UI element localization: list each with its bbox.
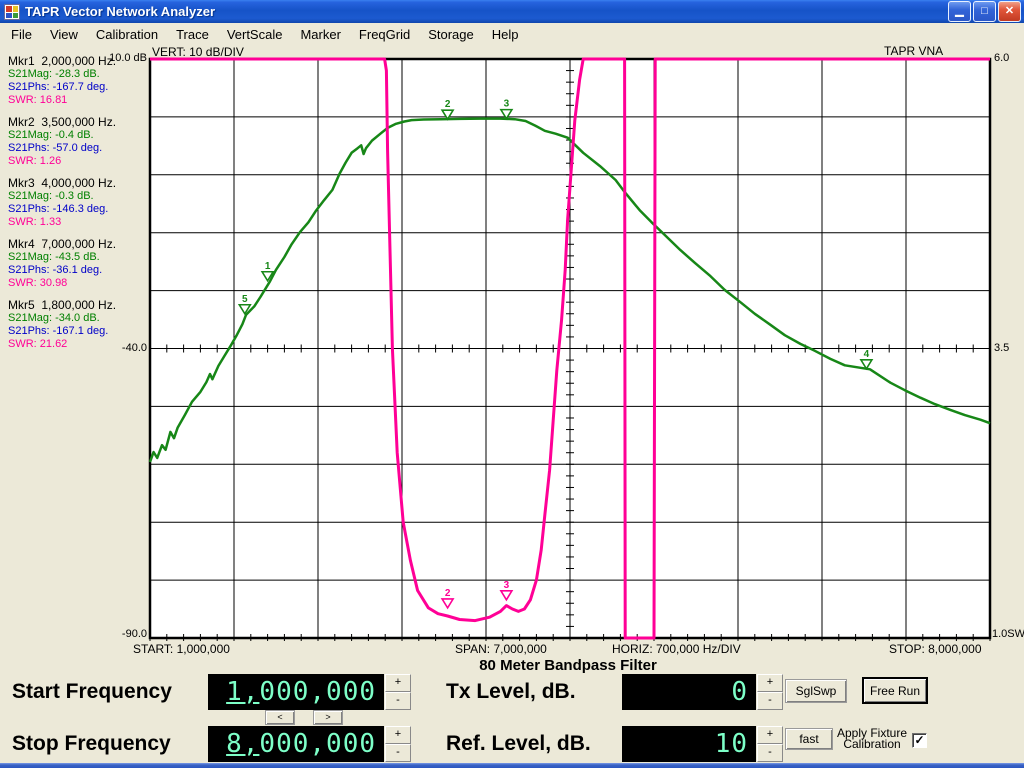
menu-item-file[interactable]: File bbox=[2, 24, 41, 45]
menu-item-marker[interactable]: Marker bbox=[291, 24, 349, 45]
marker1-swr: SWR: 16.81 bbox=[8, 94, 148, 107]
marker5-s21mag: S21Mag: -34.0 dB. bbox=[8, 312, 148, 325]
stop-freq-axis-label: STOP: 8,000,000 bbox=[889, 642, 982, 656]
svg-text:2: 2 bbox=[445, 99, 451, 110]
ref-level-display[interactable]: 10 bbox=[622, 726, 756, 762]
sglswp-button[interactable]: SglSwp bbox=[785, 679, 847, 703]
marker5-s21phs: S21Phs: -167.1 deg. bbox=[8, 325, 148, 338]
apply-fixture-label-line2: Calibration bbox=[834, 739, 910, 750]
menubar: File View Calibration Trace VertScale Ma… bbox=[0, 23, 1024, 45]
marker4-swr: SWR: 30.98 bbox=[8, 277, 148, 290]
app-icon bbox=[4, 4, 20, 20]
right-axis-top-label: 6.0 bbox=[994, 52, 1009, 64]
maximize-button[interactable]: □ bbox=[973, 1, 996, 22]
close-button[interactable]: ✕ bbox=[998, 1, 1021, 22]
marker3-swr: SWR: 1.33 bbox=[8, 216, 148, 229]
marker3-s21mag: S21Mag: -0.3 dB. bbox=[8, 190, 148, 203]
apply-fixture-calibration-label: Apply Fixture Calibration bbox=[834, 728, 910, 750]
tx-level-spinner: + - bbox=[757, 674, 783, 710]
stop-frequency-increment-button[interactable]: + bbox=[385, 726, 411, 744]
window-bottom-edge bbox=[0, 763, 1024, 768]
left-axis-mid-label: -40.0 bbox=[104, 342, 147, 354]
window-title: TAPR Vector Network Analyzer bbox=[25, 4, 947, 19]
marker2-readout: Mkr2 3,500,000 Hz. S21Mag: -0.4 dB. S21P… bbox=[8, 116, 148, 168]
marker2-swr: SWR: 1.26 bbox=[8, 155, 148, 168]
svg-text:3: 3 bbox=[504, 580, 510, 591]
start-frequency-display[interactable]: 1,000,000 bbox=[208, 674, 384, 710]
start-frequency-spinner: + - bbox=[385, 674, 411, 710]
svg-text:4: 4 bbox=[864, 349, 870, 360]
marker4-readout: Mkr4 7,000,000 Hz. S21Mag: -43.5 dB. S21… bbox=[8, 238, 148, 290]
checkmark-icon: ✓ bbox=[914, 733, 924, 747]
marker4-s21mag: S21Mag: -43.5 dB. bbox=[8, 251, 148, 264]
start-freq-axis-label: START: 1,000,000 bbox=[133, 642, 230, 656]
right-axis-bottom-label: 1.0SWR bbox=[992, 628, 1024, 640]
menu-item-trace[interactable]: Trace bbox=[167, 24, 218, 45]
marker4-s21phs: S21Phs: -36.1 deg. bbox=[8, 264, 148, 277]
right-axis-mid-label: 3.5 bbox=[994, 342, 1009, 354]
marker-readout-panel: Mkr1 2,000,000 Hz. S21Mag: -28.3 dB. S21… bbox=[8, 55, 148, 360]
stop-frequency-spinner: + - bbox=[385, 726, 411, 762]
marker4-frequency: Mkr4 7,000,000 Hz. bbox=[8, 238, 148, 251]
stop-frequency-decrement-button[interactable]: - bbox=[385, 744, 411, 762]
menu-item-view[interactable]: View bbox=[41, 24, 87, 45]
marker2-frequency: Mkr2 3,500,000 Hz. bbox=[8, 116, 148, 129]
ref-level-spinner: + - bbox=[757, 726, 783, 762]
plot-title: TAPR VNA bbox=[884, 44, 943, 58]
start-frequency-value: 1,000,000 bbox=[208, 674, 376, 710]
marker3-frequency: Mkr3 4,000,000 Hz. bbox=[8, 177, 148, 190]
ref-level-label: Ref. Level, dB. bbox=[446, 731, 591, 757]
tx-level-decrement-button[interactable]: - bbox=[757, 692, 783, 710]
ref-level-value: 10 bbox=[622, 726, 748, 762]
menu-item-help[interactable]: Help bbox=[483, 24, 528, 45]
start-frequency-label: Start Frequency bbox=[12, 679, 172, 705]
span-axis-label: SPAN: 7,000,000 bbox=[455, 642, 547, 656]
horiz-axis-label: HORIZ: 700,000 Hz/DIV bbox=[612, 642, 741, 656]
filter-title: 80 Meter Bandpass Filter bbox=[420, 657, 716, 674]
tx-level-label: Tx Level, dB. bbox=[446, 679, 576, 705]
marker1-s21phs: S21Phs: -167.7 deg. bbox=[8, 81, 148, 94]
menu-item-storage[interactable]: Storage bbox=[419, 24, 483, 45]
minimize-button[interactable]: ▁ bbox=[948, 1, 971, 22]
svg-text:2: 2 bbox=[445, 588, 451, 599]
svg-text:5: 5 bbox=[242, 294, 248, 305]
start-frequency-increment-button[interactable]: + bbox=[385, 674, 411, 692]
stop-frequency-label: Stop Frequency bbox=[12, 731, 171, 757]
ref-level-increment-button[interactable]: + bbox=[757, 726, 783, 744]
free-run-button[interactable]: Free Run bbox=[862, 677, 928, 704]
tx-level-display[interactable]: 0 bbox=[622, 674, 756, 710]
marker3-s21phs: S21Phs: -146.3 deg. bbox=[8, 203, 148, 216]
left-axis-top-label: 10.0 dB bbox=[100, 52, 147, 64]
marker2-s21mag: S21Mag: -0.4 dB. bbox=[8, 129, 148, 142]
tx-level-value: 0 bbox=[622, 674, 748, 710]
vert-scale-label: VERT: 10 dB/DIV bbox=[152, 45, 244, 59]
marker3-readout: Mkr3 4,000,000 Hz. S21Mag: -0.3 dB. S21P… bbox=[8, 177, 148, 229]
start-frequency-decrement-button[interactable]: - bbox=[385, 692, 411, 710]
menu-item-calibration[interactable]: Calibration bbox=[87, 24, 167, 45]
svg-text:3: 3 bbox=[504, 99, 510, 110]
tx-level-increment-button[interactable]: + bbox=[757, 674, 783, 692]
stop-frequency-display[interactable]: 8,000,000 bbox=[208, 726, 384, 762]
marker5-frequency: Mkr5 1,800,000 Hz. bbox=[8, 299, 148, 312]
digit-select-left-button[interactable]: < bbox=[265, 710, 295, 725]
ref-level-decrement-button[interactable]: - bbox=[757, 744, 783, 762]
svg-text:1: 1 bbox=[265, 261, 271, 272]
menu-item-freqgrid[interactable]: FreqGrid bbox=[350, 24, 419, 45]
menu-item-vertscale[interactable]: VertScale bbox=[218, 24, 292, 45]
marker2-s21phs: S21Phs: -57.0 deg. bbox=[8, 142, 148, 155]
apply-fixture-checkbox[interactable]: ✓ bbox=[912, 733, 927, 748]
left-axis-bottom-label: -90.0 bbox=[102, 628, 147, 640]
app-window: TAPR Vector Network Analyzer ▁ □ ✕ File … bbox=[0, 0, 1024, 768]
marker1-s21mag: S21Mag: -28.3 dB. bbox=[8, 68, 148, 81]
fast-button[interactable]: fast bbox=[785, 728, 833, 750]
window-titlebar: TAPR Vector Network Analyzer ▁ □ ✕ bbox=[0, 0, 1024, 23]
stop-frequency-value: 8,000,000 bbox=[208, 726, 376, 762]
digit-select-right-button[interactable]: > bbox=[313, 710, 343, 725]
